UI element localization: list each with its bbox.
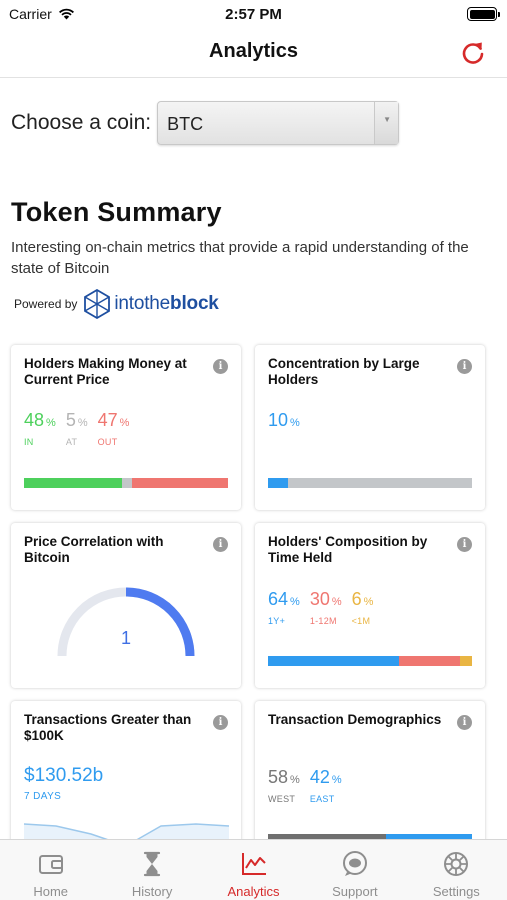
bar-segment-rest	[288, 478, 472, 488]
bar-segment-out	[132, 478, 228, 488]
card-title: Holders' Composition by Time Held	[268, 534, 428, 565]
stacked-bar	[268, 478, 472, 488]
coin-selected-value: BTC	[167, 114, 204, 134]
metric-concentration: 10%	[268, 410, 300, 430]
chevron-down-icon: ▼	[383, 115, 392, 124]
info-icon[interactable]: i	[457, 359, 472, 374]
bar-segment-1-12m	[398, 656, 460, 666]
correlation-gauge: 1	[57, 587, 195, 657]
chart-icon	[241, 853, 266, 875]
coin-select[interactable]: BTC ▼	[157, 101, 400, 145]
page-title: Analytics	[209, 40, 298, 62]
metric-in: 48% IN	[24, 410, 56, 447]
section-description: Interesting on-chain metrics that provid…	[11, 239, 469, 277]
chat-bubble-icon	[342, 851, 367, 876]
info-icon[interactable]: i	[213, 359, 228, 374]
tab-home[interactable]: Home	[0, 840, 101, 900]
card-large-transactions[interactable]: Transactions Greater than $100K i $130.5…	[11, 701, 241, 851]
tab-label: Analytics	[227, 884, 280, 899]
gauge-fill	[125, 587, 195, 657]
metric-1y-plus: 64% 1Y+	[268, 589, 300, 626]
metric-west: 58% WEST	[268, 767, 300, 804]
info-icon[interactable]: i	[457, 537, 472, 552]
card-title: Transactions Greater than $100K	[24, 712, 192, 743]
card-holders-composition[interactable]: Holders' Composition by Time Held i 64% …	[255, 523, 485, 688]
intotheblock-brand: intotheblock	[114, 293, 219, 314]
bar-segment-at	[121, 478, 133, 488]
gauge-value: 1	[121, 628, 131, 648]
tab-analytics[interactable]: Analytics	[203, 840, 304, 900]
metrics: 48% IN 5% AT 47% OUT	[24, 410, 129, 447]
metrics: 58% WEST 42% EAST	[268, 767, 342, 804]
info-icon[interactable]: i	[457, 715, 472, 730]
large-tx-value: $130.52b	[24, 765, 104, 786]
info-icon[interactable]: i	[213, 537, 228, 552]
card-transaction-demographics[interactable]: Transaction Demographics i 58% WEST 42% …	[255, 701, 485, 851]
tab-support[interactable]: Support	[304, 840, 405, 900]
wallet-icon	[38, 855, 63, 874]
dropdown-arrow[interactable]: ▼	[374, 102, 399, 144]
tab-label: Settings	[432, 884, 480, 899]
tab-settings[interactable]: Settings	[406, 840, 507, 900]
card-title: Transaction Demographics	[268, 712, 442, 727]
metric-out: 47% OUT	[97, 410, 130, 447]
bar-segment-1y-plus	[268, 656, 399, 666]
card-price-correlation[interactable]: Price Correlation with Bitcoin i 1	[11, 523, 241, 688]
metric-at: 5% AT	[65, 410, 88, 447]
metric-1-12m: 30% 1-12M	[309, 589, 342, 626]
tab-label: Support	[332, 884, 378, 899]
bar-segment-large	[268, 478, 289, 488]
coin-chooser: Choose a coin: BTC ▼	[11, 101, 400, 145]
refresh-icon[interactable]	[459, 39, 487, 67]
status-bar: Carrier 2:57 PM	[0, 0, 507, 28]
gear-icon	[444, 852, 469, 876]
status-time: 2:57 PM	[225, 6, 282, 23]
section-title: Token Summary	[11, 197, 222, 227]
tab-label: History	[131, 884, 173, 899]
metric-east: 42% EAST	[309, 767, 342, 804]
card-concentration[interactable]: Concentration by Large Holders i 10%	[255, 345, 485, 510]
bar-segment-less-1m	[459, 656, 472, 666]
tab-label: Home	[33, 884, 69, 899]
hourglass-icon	[144, 851, 161, 877]
coin-label: Choose a coin:	[11, 111, 152, 134]
intotheblock-logo-icon	[84, 289, 111, 319]
battery-icon	[467, 7, 500, 21]
metrics: 10%	[268, 410, 300, 433]
card-title: Price Correlation with Bitcoin	[24, 534, 164, 565]
metrics: 64% 1Y+ 30% 1-12M 6% <1M	[268, 589, 373, 626]
powered-by: Powered by intotheblock	[14, 289, 219, 319]
stacked-bar	[24, 478, 228, 488]
card-title: Concentration by Large Holders	[268, 356, 420, 387]
bar-segment-in	[24, 478, 122, 488]
card-title: Holders Making Money at Current Price	[24, 356, 187, 387]
tab-bar: Home History Analytics Support Settings	[0, 839, 507, 900]
card-holders-making-money[interactable]: Holders Making Money at Current Price i …	[11, 345, 241, 510]
metric-less-1m: 6% <1M	[351, 589, 374, 626]
tab-history[interactable]: History	[101, 840, 202, 900]
large-tx-period: 7 DAYS	[24, 791, 62, 802]
info-icon[interactable]: i	[213, 715, 228, 730]
stacked-bar	[268, 656, 472, 666]
nav-bar: Analytics	[0, 28, 507, 78]
powered-by-label: Powered by	[14, 297, 78, 311]
